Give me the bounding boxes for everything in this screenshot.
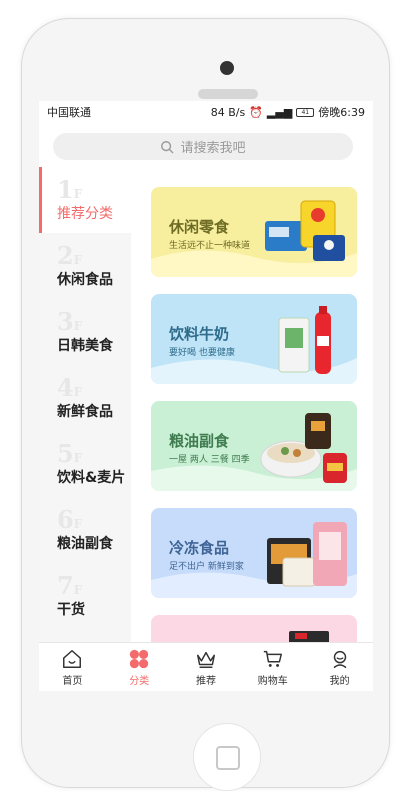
category-icon (130, 649, 149, 668)
floor-number: 4F (57, 373, 83, 402)
signal-icon: ▂▄▆ (266, 105, 293, 119)
tab-cart[interactable]: 购物车 (239, 643, 306, 691)
tab-label: 我的 (329, 675, 350, 687)
sidebar-item-snacks[interactable]: 2F 休闲食品 (39, 233, 131, 299)
tab-label: 购物车 (257, 675, 288, 687)
card-title: 休闲零食 (169, 218, 230, 236)
camera (220, 61, 234, 75)
drink-products-image (278, 306, 331, 374)
tab-recommend[interactable]: 推荐 (173, 643, 240, 691)
sidebar-item-japan-korea[interactable]: 3F 日韩美食 (39, 299, 131, 365)
alarm-icon: ⏰ (249, 105, 263, 119)
sidebar-item-label: 休闲食品 (57, 272, 113, 288)
floor-number: 7F (57, 571, 83, 600)
floor-number: 5F (57, 439, 83, 468)
tab-label: 推荐 (195, 675, 216, 687)
tab-label: 分类 (129, 675, 150, 687)
category-sidebar: 1F 推荐分类 2F 休闲食品 3F 日韩美食 4F 新鲜食品 5F 饮料&麦片… (39, 167, 131, 642)
floor-number: 1F (57, 175, 83, 204)
cart-icon (263, 650, 282, 667)
status-right: 84 B/s ⏰ ▂▄▆ 41 傍晚6:39 (211, 104, 365, 120)
status-bar: 中国联通 84 B/s ⏰ ▂▄▆ 41 傍晚6:39 (39, 101, 373, 123)
category-card-frozen[interactable]: 冷冻食品 足不出户 新鲜到家 (151, 508, 357, 598)
card-subtitle: 要好喝 也要健康 (169, 348, 235, 358)
crown-icon (197, 651, 215, 668)
sidebar-item-label: 饮料&麦片 (57, 470, 126, 486)
sidebar-item-label: 新鲜食品 (57, 404, 113, 420)
sidebar-item-recommend[interactable]: 1F 推荐分类 (39, 167, 131, 233)
category-card-grain-oil[interactable]: 粮油副食 一屋 两人 三餐 四季 (151, 401, 357, 491)
frozen-products-image (267, 522, 347, 587)
sidebar-item-label: 推荐分类 (57, 206, 113, 222)
sidebar-item-label: 干货 (57, 602, 85, 618)
card-subtitle: 足不出户 新鲜到家 (169, 562, 244, 572)
snack-products-image (265, 200, 345, 261)
card-subtitle: 生活远不止一种味道 (169, 241, 251, 251)
tab-home[interactable]: 首页 (39, 643, 106, 691)
search-bar[interactable]: 请搜索我吧 (53, 133, 353, 160)
clock: 傍晚6:39 (318, 106, 365, 119)
sidebar-item-fresh[interactable]: 4F 新鲜食品 (39, 365, 131, 431)
home-button[interactable] (193, 723, 261, 791)
floor-number: 3F (57, 307, 83, 336)
sidebar-item-dried-goods[interactable]: 7F 干货 (39, 563, 131, 629)
user-icon (333, 650, 346, 668)
card-title: 冷冻食品 (169, 539, 230, 557)
floor-number: 6F (57, 505, 83, 534)
card-title: 饮料牛奶 (169, 325, 230, 343)
card-title: 粮油副食 (169, 432, 230, 450)
tab-label: 首页 (62, 675, 83, 687)
category-card-snacks[interactable]: 休闲零食 生活远不止一种味道 (151, 187, 357, 277)
sidebar-item-drinks[interactable]: 5F 饮料&麦片 (39, 431, 131, 497)
network-speed: 84 B/s (210, 105, 246, 119)
floor-number: 2F (57, 241, 83, 270)
bottom-tab-bar: 首页 分类 推荐 购物车 我的 (39, 642, 373, 691)
sidebar-item-label: 日韩美食 (57, 338, 113, 354)
search-placeholder: 请搜索我吧 (180, 141, 246, 156)
screen: 中国联通 84 B/s ⏰ ▂▄▆ 41 傍晚6:39 请搜索我吧 1F 推荐分… (39, 101, 373, 691)
sidebar-item-grain-oil[interactable]: 6F 粮油副食 (39, 497, 131, 563)
home-button-icon (216, 746, 240, 770)
category-card-drinks[interactable]: 饮料牛奶 要好喝 也要健康 (151, 294, 357, 384)
battery-icon: 41 (296, 107, 315, 117)
tab-mine[interactable]: 我的 (306, 643, 373, 691)
sidebar-item-label: 粮油副食 (57, 536, 113, 552)
grain-oil-products-image (260, 413, 347, 483)
tab-category[interactable]: 分类 (106, 643, 173, 691)
speaker (198, 89, 258, 99)
carrier-label: 中国联通 (47, 106, 91, 119)
card-subtitle: 一屋 两人 三餐 四季 (169, 455, 250, 465)
search-icon (161, 140, 174, 153)
home-icon (63, 649, 82, 668)
